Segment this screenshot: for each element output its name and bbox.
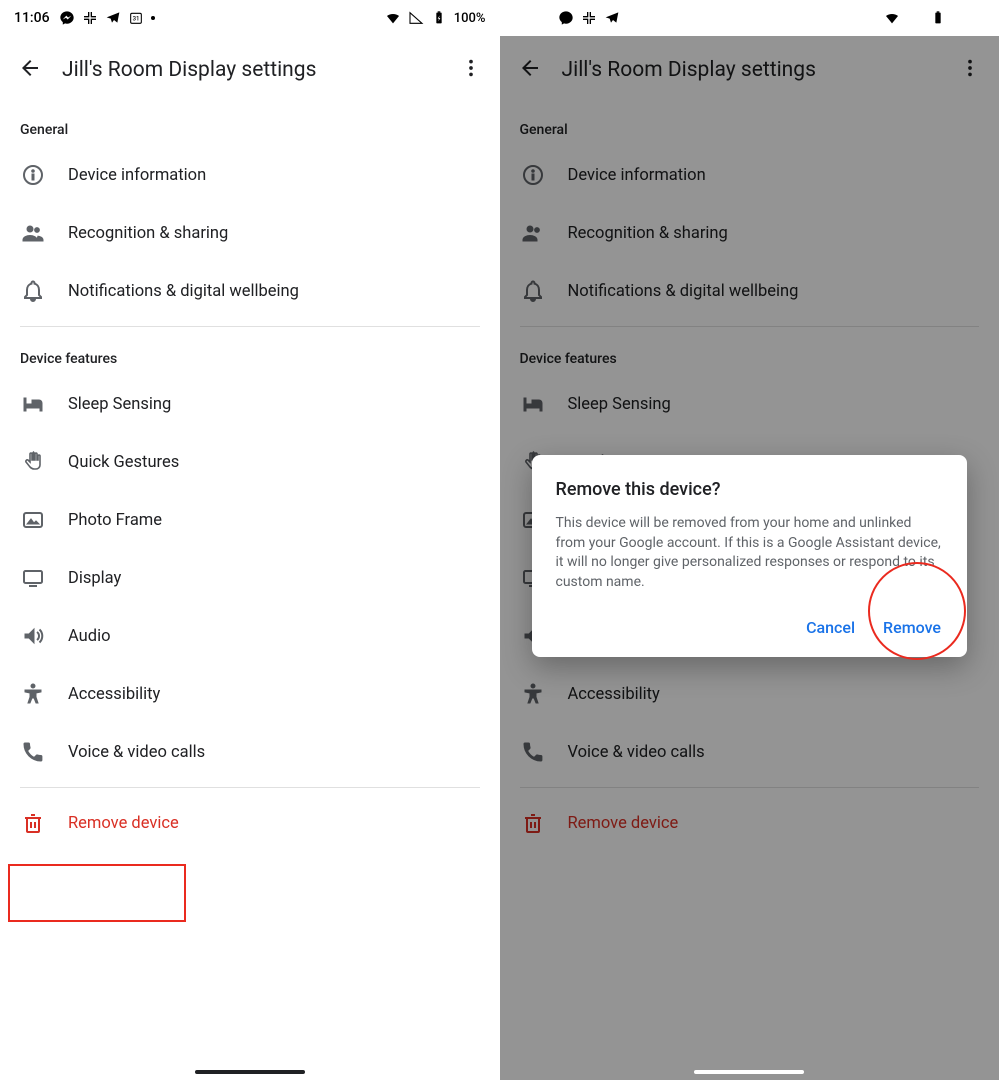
calendar-icon: 31 (627, 10, 643, 26)
slack-icon (581, 10, 597, 26)
info-icon (20, 162, 46, 188)
signal-icon (408, 10, 424, 26)
wifi-icon (385, 10, 401, 26)
section-header-features: Device features (0, 333, 500, 375)
photo-icon (20, 507, 46, 533)
item-quick-gestures[interactable]: Quick Gestures (0, 433, 500, 491)
audio-icon (20, 623, 46, 649)
item-label: Voice & video calls (68, 743, 205, 762)
messenger-icon (59, 10, 75, 26)
overflow-dot-icon (151, 16, 155, 20)
divider (20, 787, 480, 788)
overflow-menu-button[interactable] (460, 57, 482, 83)
item-label: Notifications & digital wellbeing (68, 282, 299, 301)
overflow-dot-icon (650, 16, 654, 20)
item-remove-device[interactable]: Remove device (0, 794, 500, 852)
section-header-general: General (0, 104, 500, 146)
cancel-button[interactable]: Cancel (804, 612, 857, 643)
item-label: Recognition & sharing (68, 224, 228, 243)
item-accessibility[interactable]: Accessibility (0, 665, 500, 723)
divider (20, 326, 480, 327)
accessibility-icon (20, 681, 46, 707)
messenger-icon (558, 10, 574, 26)
item-voice-video[interactable]: Voice & video calls (0, 723, 500, 781)
status-time: 11:06 (514, 10, 550, 26)
item-label: Photo Frame (68, 511, 162, 530)
telegram-icon (105, 10, 121, 26)
status-time: 11:06 (14, 10, 50, 26)
item-recognition-sharing[interactable]: Recognition & sharing (0, 204, 500, 262)
hand-icon (20, 449, 46, 475)
bed-icon (20, 391, 46, 417)
people-icon (20, 220, 46, 246)
item-label: Sleep Sensing (68, 395, 171, 414)
display-icon (20, 565, 46, 591)
battery-icon (930, 10, 946, 26)
telegram-icon (604, 10, 620, 26)
screenshot-right: 11:06 31 100% Jill's Room Display settin… (500, 0, 999, 1080)
item-label: Accessibility (68, 685, 160, 704)
item-label: Audio (68, 627, 111, 646)
status-bar: 11:06 31 100% (0, 0, 500, 36)
settings-list: General Device information Recognition &… (0, 104, 500, 1080)
svg-text:31: 31 (132, 16, 139, 23)
item-label: Remove device (68, 814, 179, 833)
annotation-highlight-box (8, 864, 186, 922)
item-photo-frame[interactable]: Photo Frame (0, 491, 500, 549)
item-audio[interactable]: Audio (0, 607, 500, 665)
app-bar: Jill's Room Display settings (0, 36, 500, 104)
signal-icon (907, 10, 923, 26)
page-title: Jill's Room Display settings (62, 58, 440, 82)
dialog-actions: Cancel Remove (556, 612, 944, 643)
status-bar: 11:06 31 100% (500, 0, 999, 36)
nav-pill[interactable] (195, 1070, 305, 1074)
slack-icon (82, 10, 98, 26)
battery-icon (431, 10, 447, 26)
item-label: Device information (68, 166, 206, 185)
item-notifications-wellbeing[interactable]: Notifications & digital wellbeing (0, 262, 500, 320)
trash-icon (20, 810, 46, 836)
item-label: Display (68, 569, 121, 588)
item-sleep-sensing[interactable]: Sleep Sensing (0, 375, 500, 433)
phone-icon (20, 739, 46, 765)
svg-text:31: 31 (632, 16, 639, 23)
dialog-body: This device will be removed from your ho… (556, 514, 944, 592)
wifi-icon (884, 10, 900, 26)
item-display[interactable]: Display (0, 549, 500, 607)
remove-device-dialog: Remove this device? This device will be … (532, 455, 968, 657)
remove-button[interactable]: Remove (881, 612, 943, 643)
bell-icon (20, 278, 46, 304)
nav-pill[interactable] (694, 1070, 804, 1074)
battery-percent: 100% (454, 11, 486, 26)
item-device-information[interactable]: Device information (0, 146, 500, 204)
item-label: Quick Gestures (68, 453, 179, 472)
screenshot-left: 11:06 31 100% Jill's Room Display settin… (0, 0, 500, 1080)
calendar-icon: 31 (128, 10, 144, 26)
battery-percent: 100% (953, 11, 985, 26)
dialog-title: Remove this device? (556, 479, 944, 500)
back-button[interactable] (18, 56, 42, 84)
